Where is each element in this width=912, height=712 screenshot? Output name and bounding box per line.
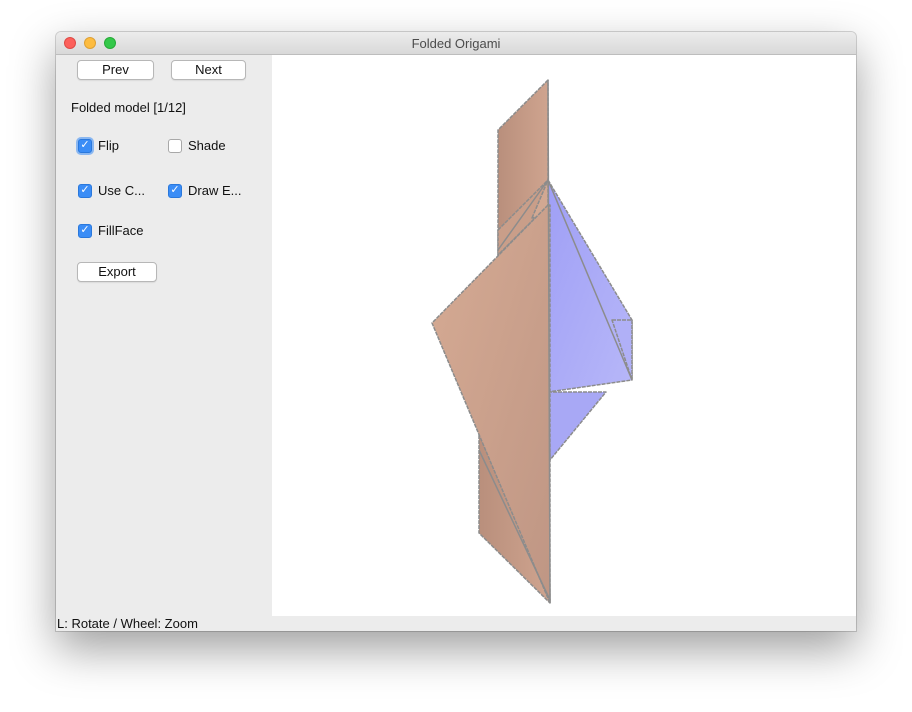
face-back-lower xyxy=(547,391,607,461)
folded-model-render[interactable] xyxy=(272,55,856,616)
checkmark-icon[interactable]: ✓ xyxy=(78,223,92,238)
window-title: Folded Origami xyxy=(411,36,501,51)
draw-e-checkbox-label: Draw E... xyxy=(188,183,242,198)
control-panel: Prev Next Folded model [1/12] ✓ Flip Sha… xyxy=(56,55,271,616)
export-button[interactable]: Export xyxy=(77,262,157,282)
checkmark-icon[interactable]: ✓ xyxy=(168,183,182,198)
status-bar: L: Rotate / Wheel: Zoom xyxy=(56,616,856,631)
draw-e-checkbox[interactable]: ✓ Draw E... xyxy=(168,183,241,198)
status-hint: L: Rotate / Wheel: Zoom xyxy=(57,616,198,631)
checkmark-icon[interactable]: ✓ xyxy=(78,138,92,153)
title-bar[interactable]: Folded Origami xyxy=(56,32,856,55)
next-button[interactable]: Next xyxy=(171,60,246,80)
model-counter-label: Folded model [1/12] xyxy=(71,100,186,115)
fill-face-checkbox-label: FillFace xyxy=(98,223,144,238)
flip-checkbox-label: Flip xyxy=(98,138,119,153)
app-window: Folded Origami Prev Next Folded model [1… xyxy=(56,32,856,631)
prev-button[interactable]: Prev xyxy=(77,60,154,80)
flip-checkbox[interactable]: ✓ Flip xyxy=(78,138,119,153)
origami-3d-viewport[interactable] xyxy=(272,55,856,616)
use-c-checkbox[interactable]: ✓ Use C... xyxy=(78,183,145,198)
unchecked-box-icon[interactable] xyxy=(168,138,182,153)
shade-checkbox-label: Shade xyxy=(188,138,226,153)
use-c-checkbox-label: Use C... xyxy=(98,183,145,198)
checkmark-icon[interactable]: ✓ xyxy=(78,183,92,198)
shade-checkbox[interactable]: Shade xyxy=(168,138,226,153)
fill-face-checkbox[interactable]: ✓ FillFace xyxy=(78,223,144,238)
